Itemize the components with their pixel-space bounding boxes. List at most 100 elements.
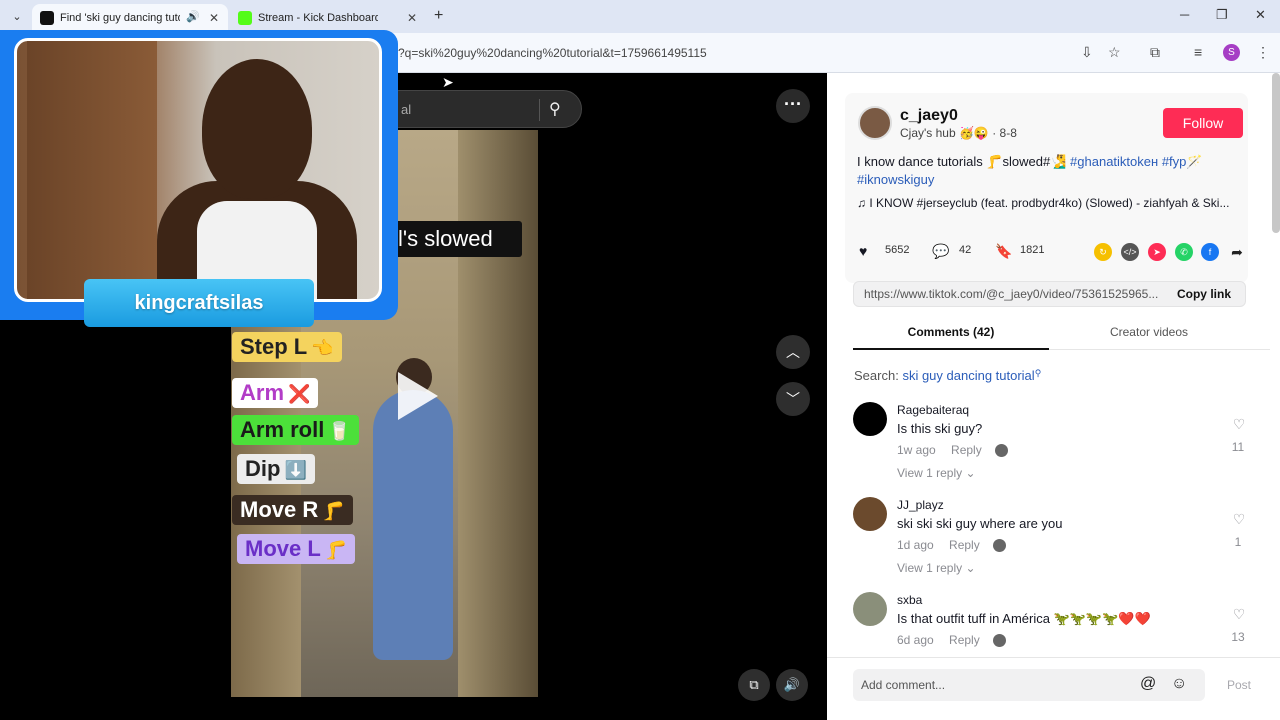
panel-tabs: Comments (42) Creator videos	[853, 318, 1270, 350]
tab-comments[interactable]: Comments (42)	[853, 325, 1049, 339]
add-comment-input[interactable]: Add comment... @ ☺	[853, 669, 1205, 701]
comment-time: 1d ago	[897, 538, 934, 552]
url-text[interactable]: ?q=ski%20guy%20dancing%20tutorial&t=1759…	[398, 46, 707, 60]
dance-step-label: Move L 🦵	[237, 534, 356, 564]
share-arrow-icon[interactable]: ➦	[1228, 243, 1246, 261]
commenter-avatar[interactable]	[853, 592, 887, 626]
commenter-avatar[interactable]	[853, 497, 887, 531]
new-tab-icon[interactable]: +	[434, 7, 443, 25]
speaker-icon[interactable]: 🔊	[186, 10, 200, 23]
commenter-avatar[interactable]	[853, 402, 887, 436]
mention-icon[interactable]: @	[1140, 675, 1156, 693]
close-tab-icon[interactable]: ✕	[407, 11, 417, 25]
music-link[interactable]: ♫ I KNOW #jerseyclub (feat. prodbydr4ko)…	[857, 196, 1242, 210]
post-description: I know dance tutorials 🦵slowed#🧏‍♂️ #gha…	[857, 153, 1232, 189]
comment-like-icon[interactable]: ♡	[1227, 511, 1251, 528]
hashtag-link[interactable]: #iknowskiguy	[857, 172, 934, 187]
dance-step-label: Arm roll 🥛	[232, 415, 359, 445]
related-search[interactable]: Search: ski guy dancing tutorial⚲	[854, 368, 1041, 383]
minimize-icon[interactable]: ─	[1180, 7, 1189, 22]
follow-button[interactable]: Follow	[1163, 108, 1243, 138]
reply-button[interactable]: Reply	[949, 633, 980, 647]
tab-kick[interactable]: Stream - Kick Dashboard ✕	[230, 4, 426, 33]
comment-like-count: 11	[1231, 440, 1245, 454]
media-icon[interactable]: ≡	[1194, 44, 1202, 60]
author-avatar[interactable]	[858, 106, 892, 140]
creator-liked-avatar	[995, 444, 1009, 458]
commenter-name[interactable]: sxba	[897, 593, 922, 607]
bookmark-star-icon[interactable]: ☆	[1108, 44, 1121, 61]
comment-time: 6d ago	[897, 633, 934, 647]
whatsapp-icon[interactable]: ✆	[1175, 243, 1193, 261]
mouse-cursor-icon: ➤	[442, 74, 454, 90]
play-icon[interactable]	[398, 372, 438, 420]
tab-search-icon[interactable]: ⌄	[6, 6, 28, 28]
view-replies-button[interactable]: View 1 reply ⌄	[897, 466, 976, 480]
menu-icon[interactable]: ⋮	[1256, 44, 1270, 61]
search-icon[interactable]: ⚲	[549, 99, 561, 119]
share-link-text[interactable]: https://www.tiktok.com/@c_jaey0/video/75…	[864, 287, 1164, 301]
comment-text: Is that outfit tuff in América 🦖🦖🦖🦖❤️❤️	[897, 611, 1151, 626]
comment-text: Is this ski guy?	[897, 421, 983, 436]
maximize-icon[interactable]: ❐	[1216, 7, 1228, 23]
embed-icon[interactable]: </>	[1121, 243, 1139, 261]
video-caption: l's slowed	[380, 221, 522, 257]
close-tab-icon[interactable]: ✕	[209, 11, 219, 25]
hashtag-link[interactable]: #fyp🪄	[1162, 154, 1203, 169]
reply-button[interactable]: Reply	[951, 443, 982, 457]
comment-time: 1w ago	[897, 443, 936, 457]
comment-meta: 1w ago Reply	[897, 443, 1009, 458]
comment-like-count: 13	[1231, 630, 1245, 644]
search-label: Search:	[854, 368, 899, 383]
divider	[539, 99, 540, 121]
hashtag-link[interactable]: #ghanatiktokен	[1070, 154, 1158, 169]
comment-like-icon[interactable]: ♡	[1227, 606, 1251, 623]
pip-button[interactable]: ⧉	[738, 669, 770, 701]
search-text: al	[401, 102, 412, 117]
video-search-input[interactable]: al ⚲	[380, 90, 582, 128]
close-window-icon[interactable]: ✕	[1255, 7, 1266, 23]
dance-step-label: Dip ⬇️	[237, 454, 315, 484]
next-video-button[interactable]: ﹀	[776, 382, 810, 416]
install-icon[interactable]: ⇩	[1081, 44, 1093, 61]
copy-link-button[interactable]: Copy link	[1177, 287, 1231, 301]
author-subtitle: Cjay's hub 🥳😜 · 8-8	[900, 126, 1017, 140]
kick-favicon-icon	[238, 11, 252, 25]
comment-icon[interactable]: 💬	[932, 243, 949, 259]
bookmark-icon[interactable]: 🔖	[995, 243, 1012, 259]
tab-creator-videos[interactable]: Creator videos	[1051, 325, 1247, 339]
save-count: 1821	[1020, 244, 1045, 256]
more-options-button[interactable]: ···	[776, 89, 810, 123]
streamer-name-badge: kingcraftsilas	[84, 279, 314, 327]
search-icon: ⚲	[1034, 368, 1042, 378]
dance-step-label: Move R 🦵	[232, 495, 353, 525]
reply-button[interactable]: Reply	[949, 538, 980, 552]
streamer-head	[202, 59, 312, 199]
tiktok-favicon-icon	[40, 11, 54, 25]
like-count: 5652	[885, 244, 910, 256]
author-username[interactable]: c_jaey0	[900, 107, 958, 125]
tab-tiktok[interactable]: Find 'ski guy dancing tutori 🔊 ✕	[32, 4, 228, 33]
repost-icon[interactable]: ↻	[1094, 243, 1112, 261]
facebook-icon[interactable]: f	[1201, 243, 1219, 261]
comment-meta: 6d ago Reply	[897, 633, 1007, 648]
emoji-icon[interactable]: ☺	[1171, 675, 1187, 693]
tab-title: Find 'ski guy dancing tutori	[60, 12, 180, 24]
browser-tab-bar: ⌄ Find 'ski guy dancing tutori 🔊 ✕ Strea…	[0, 0, 1280, 33]
commenter-name[interactable]: Ragebaiteraq	[897, 403, 969, 417]
send-icon[interactable]: ➤	[1148, 243, 1166, 261]
view-replies-button[interactable]: View 1 reply ⌄	[897, 561, 976, 575]
comment-count: 42	[959, 244, 972, 256]
search-query-link[interactable]: ski guy dancing tutorial	[902, 368, 1034, 383]
previous-video-button[interactable]: ︿	[776, 335, 810, 369]
dancer-figure	[373, 390, 453, 660]
like-icon[interactable]: ♥	[859, 243, 875, 259]
profile-avatar[interactable]: S	[1223, 44, 1240, 61]
volume-button[interactable]: 🔊	[776, 669, 808, 701]
post-comment-button[interactable]: Post	[1227, 678, 1251, 692]
extensions-icon[interactable]: ⧉	[1150, 44, 1160, 61]
comment-like-count: 1	[1234, 535, 1242, 549]
comment-like-icon[interactable]: ♡	[1227, 416, 1251, 433]
panel-scrollbar[interactable]	[1272, 73, 1280, 233]
commenter-name[interactable]: JJ_playz	[897, 498, 944, 512]
